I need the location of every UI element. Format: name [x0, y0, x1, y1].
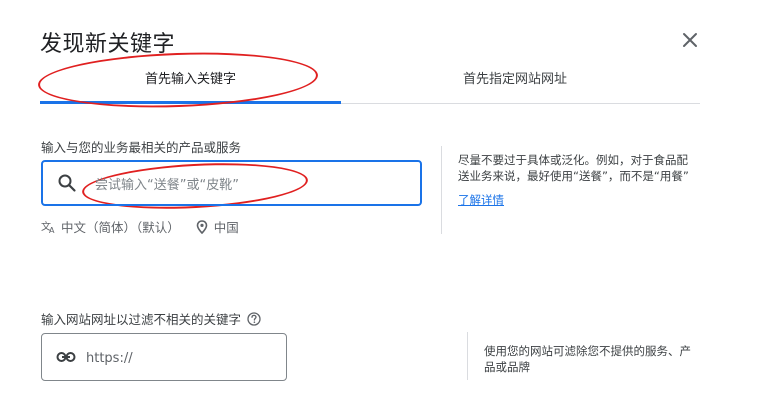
tab-enter-keywords-label: 首先输入关键字: [144, 72, 236, 87]
website-url-input[interactable]: [84, 346, 278, 370]
keyword-targeting-row: 文 A 中文（简体）（默认） 中国: [41, 217, 239, 236]
close-button[interactable]: [676, 26, 704, 54]
link-icon: [56, 352, 76, 362]
keyword-input[interactable]: [93, 172, 397, 198]
tab-enter-keywords[interactable]: 首先输入关键字: [40, 62, 341, 100]
location-selector[interactable]: 中国: [214, 217, 239, 236]
location-pin-icon: [196, 219, 208, 234]
keyword-hint-text: 尽量不要过于具体或泛化。例如，对于食品配送业务来说，最好使用“送餐”，而不是“用…: [458, 153, 689, 183]
close-icon: [683, 33, 697, 47]
tab-bar: 首先输入关键字 首先指定网站网址: [40, 62, 700, 104]
language-selector[interactable]: 中文（简体）（默认）: [61, 217, 180, 236]
dialog-title: 发现新关键字: [40, 32, 176, 57]
learn-more-link[interactable]: 了解详情: [458, 193, 504, 207]
tab-enter-website-label: 首先指定网站网址: [462, 72, 567, 87]
keyword-hint: 尽量不要过于具体或泛化。例如，对于食品配送业务来说，最好使用“送餐”，而不是“用…: [458, 152, 690, 208]
translate-icon: 文 A: [41, 220, 57, 234]
discover-keywords-dialog: 发现新关键字 首先输入关键字 首先指定网站网址 输入与您的业务最相关的产品或服务…: [0, 0, 759, 410]
svg-text:A: A: [49, 226, 55, 234]
search-icon: [58, 174, 76, 192]
website-hint: 使用您的网站可滤除您不提供的服务、产品或品牌: [484, 344, 691, 374]
website-input-label-row: 输入网站网址以过滤不相关的关键字: [41, 309, 261, 328]
keyword-search-box[interactable]: [41, 160, 422, 206]
website-input-label: 输入网站网址以过滤不相关的关键字: [41, 312, 242, 327]
keyword-input-label: 输入与您的业务最相关的产品或服务: [41, 140, 242, 155]
help-icon[interactable]: [247, 311, 261, 326]
active-tab-indicator: [40, 101, 341, 104]
website-section-divider: [467, 332, 468, 380]
tab-enter-website[interactable]: 首先指定网站网址: [350, 62, 680, 100]
keyword-section-divider: [441, 146, 442, 234]
website-url-box[interactable]: [41, 333, 287, 381]
